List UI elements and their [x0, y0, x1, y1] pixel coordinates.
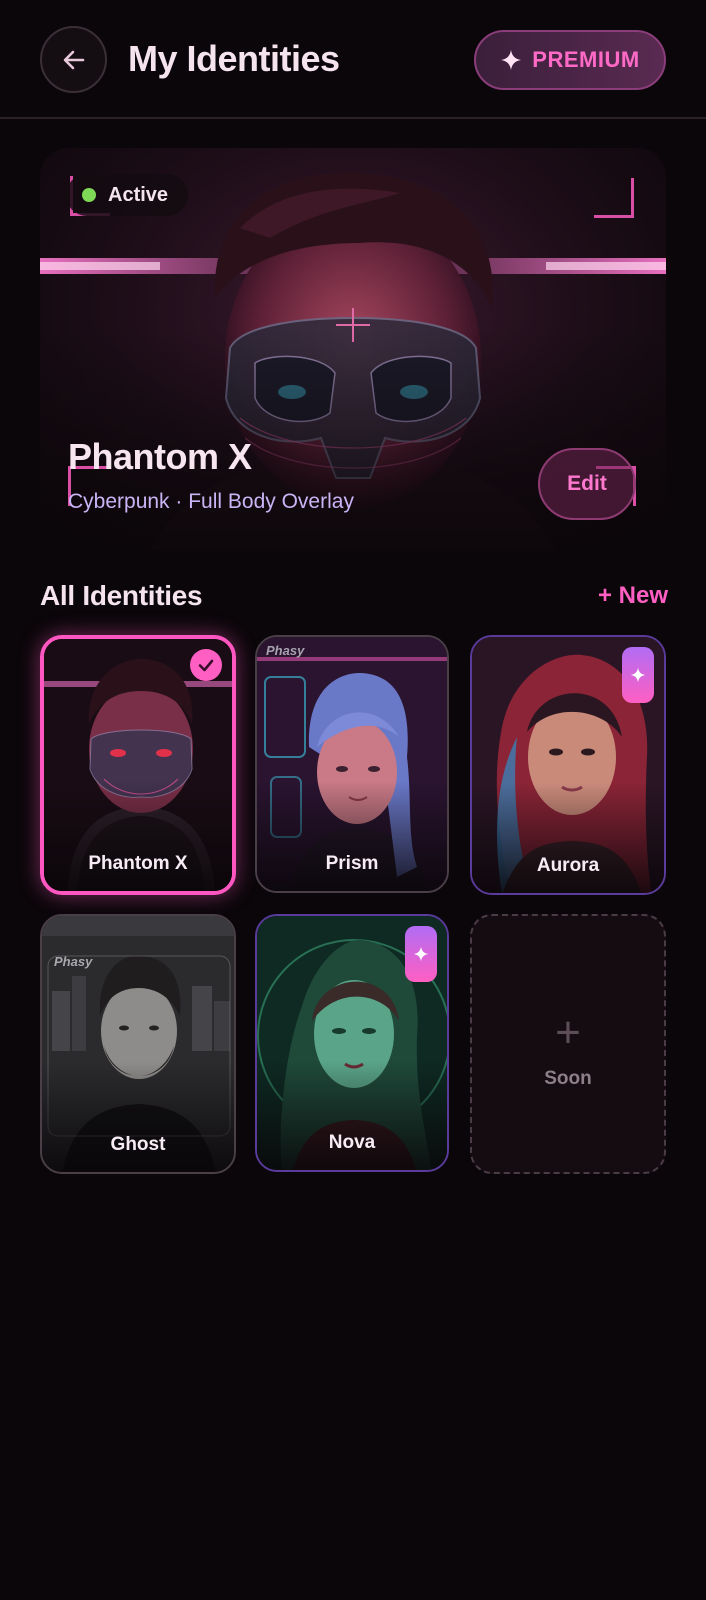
check-icon: [198, 659, 214, 672]
tile-name: Prism: [325, 853, 379, 874]
edit-label: Edit: [567, 472, 607, 495]
sparkle-icon: [413, 946, 429, 962]
identity-tile-nova[interactable]: Nova: [255, 914, 449, 1172]
tile-name: Ghost: [110, 1134, 166, 1155]
edit-button[interactable]: Edit: [538, 448, 636, 520]
status-dot: [82, 188, 96, 202]
premium-badge: [622, 647, 654, 703]
premium-button[interactable]: PREMIUM: [474, 30, 666, 90]
identity-tile-ghost[interactable]: Phasy Ghost: [40, 914, 236, 1174]
sparkle-icon: [630, 667, 646, 683]
watermark-logo: Phasy: [266, 643, 305, 658]
section-title: All Identities: [40, 580, 203, 611]
premium-badge: [405, 926, 437, 982]
page-title: My Identities: [128, 38, 340, 79]
watermark-logo: Phasy: [54, 954, 93, 969]
selected-badge: [190, 649, 222, 681]
soon-label: Soon: [544, 1068, 592, 1089]
identity-subtitle: Cyberpunk · Full Body Overlay: [68, 490, 354, 513]
app-header: My Identities PREMIUM: [0, 0, 706, 119]
tile-name: Aurora: [536, 855, 600, 876]
sparkle-icon: [501, 50, 522, 70]
active-identity-card: Active Phantom X Cyberpunk · Full Body O…: [40, 148, 666, 550]
tile-name: Phantom X: [88, 853, 188, 874]
identity-tile-aurora[interactable]: Aurora: [470, 635, 666, 895]
premium-label: PREMIUM: [532, 47, 640, 72]
back-button[interactable]: [40, 26, 107, 93]
identity-tile-prism[interactable]: Phasy Prism: [255, 635, 449, 893]
coming-soon-tile: + Soon: [470, 914, 666, 1174]
plus-icon: +: [555, 1008, 581, 1057]
frame-corner-top-right: [594, 178, 634, 218]
tile-name: Nova: [328, 1132, 376, 1153]
status-label: Active: [108, 183, 169, 206]
status-badge: Active: [66, 174, 189, 216]
identity-tile-phantom-x[interactable]: Phantom X: [40, 635, 236, 895]
identity-name: Phantom X: [68, 436, 252, 477]
new-identity-button[interactable]: + New: [590, 582, 668, 610]
arrow-left-icon: [63, 50, 84, 69]
